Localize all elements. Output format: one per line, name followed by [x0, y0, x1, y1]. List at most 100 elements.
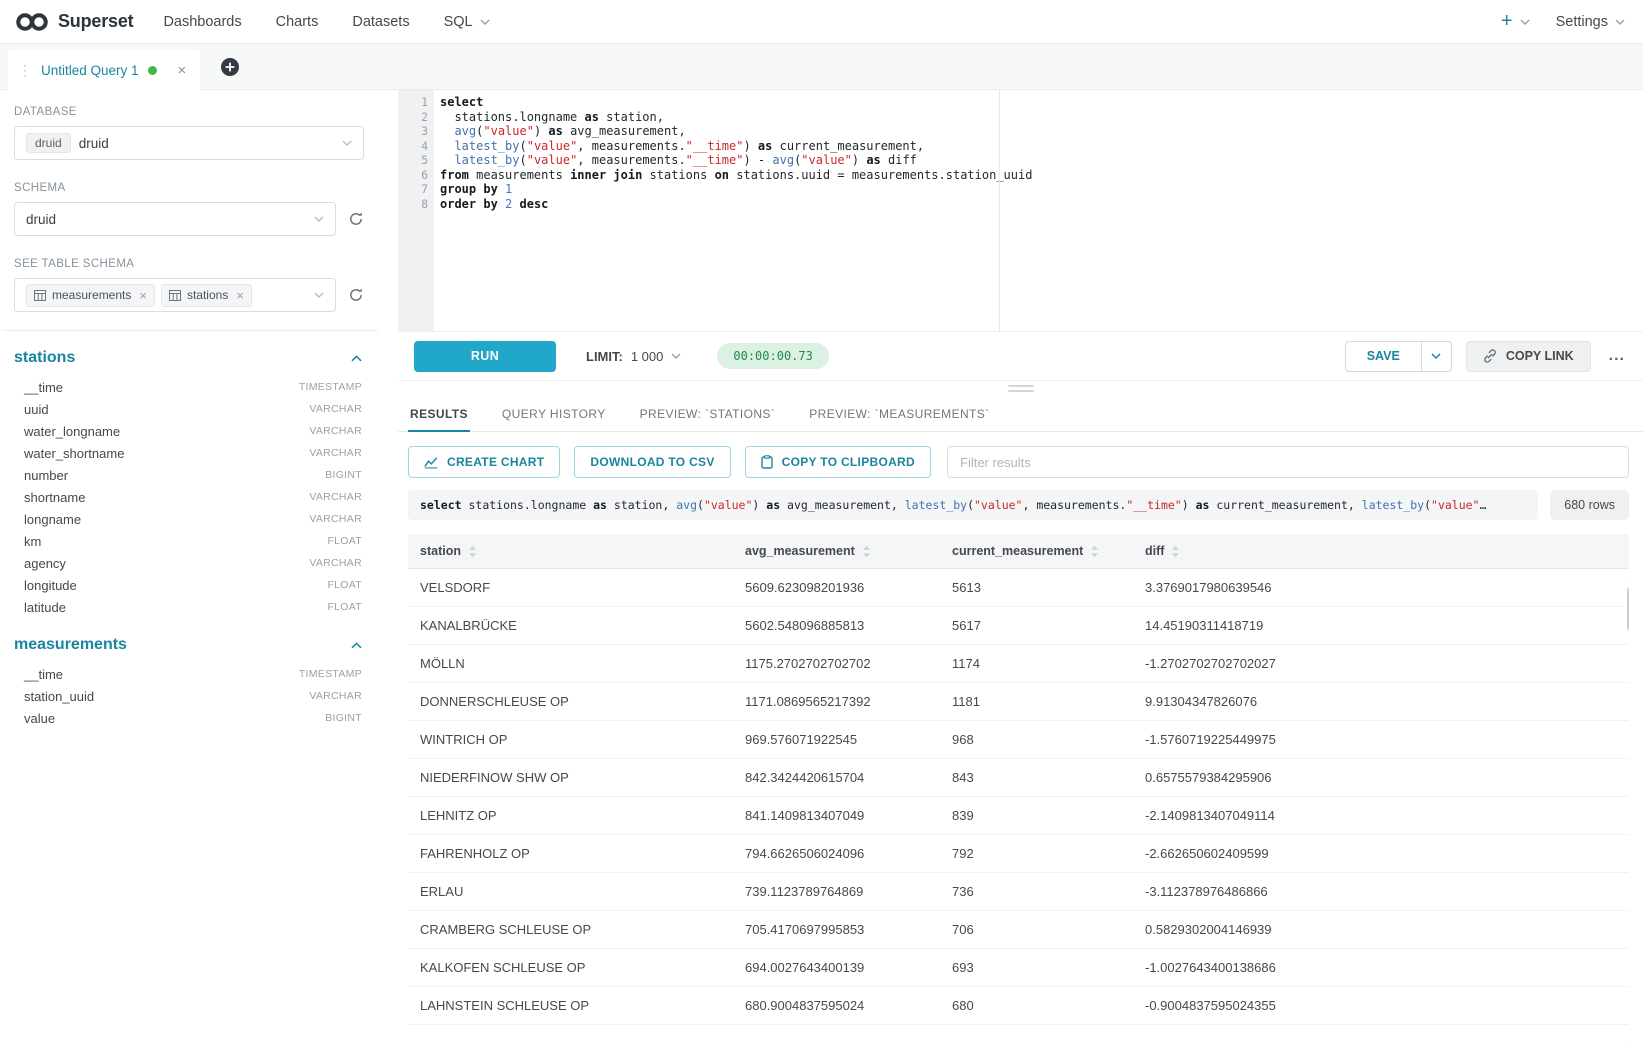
cell-current-measurement: 968	[940, 721, 1133, 759]
save-button[interactable]: SAVE	[1346, 342, 1421, 371]
sql-token: as	[766, 498, 780, 512]
table-row: FAHRENHOLZ OP794.6626506024096792-2.6626…	[408, 835, 1629, 873]
cell-diff: -2.1409813407049114	[1133, 797, 1629, 835]
table-chip-measurements[interactable]: measurements×	[26, 284, 155, 307]
add-tab-button[interactable]	[220, 57, 240, 77]
sql-token: "value"	[704, 498, 752, 512]
save-options-button[interactable]	[1421, 342, 1451, 371]
column-header-current-measurement[interactable]: current_measurement	[940, 534, 1133, 569]
column-header-station[interactable]: station	[408, 534, 733, 569]
nav-item-sql[interactable]: SQL	[444, 14, 490, 30]
copy-link-button[interactable]: COPY LINK	[1466, 341, 1591, 372]
table-section-header-stations[interactable]: stations	[14, 349, 362, 367]
copy-link-label: COPY LINK	[1506, 349, 1574, 363]
code-line: from measurements inner join stations on…	[440, 168, 1643, 183]
results-tab-label: PREVIEW: `STATIONS`	[640, 407, 776, 421]
scrollbar-thumb[interactable]	[1627, 587, 1629, 631]
column-type: VARCHAR	[309, 690, 362, 702]
sql-token: diff	[881, 153, 917, 167]
download-csv-button[interactable]: DOWNLOAD TO CSV	[574, 446, 730, 478]
editor-code-area[interactable]: select stations.longname as station, avg…	[434, 90, 1643, 331]
column-type: VARCHAR	[309, 403, 362, 415]
cell-avg-measurement: 1171.0869565217392	[733, 683, 940, 721]
query-tab[interactable]: ⋮ Untitled Query 1 ×	[8, 50, 200, 90]
settings-menu[interactable]: Settings	[1556, 14, 1625, 30]
download-csv-label: DOWNLOAD TO CSV	[590, 455, 714, 469]
sql-token: latest_by	[905, 498, 967, 512]
filter-results-input[interactable]	[947, 446, 1629, 478]
results-tab-preview-measurements[interactable]: PREVIEW: `MEASUREMENTS`	[807, 396, 991, 431]
table-section-header-measurements[interactable]: measurements	[14, 636, 362, 654]
table-select[interactable]: measurements× stations×	[14, 278, 336, 312]
copy-clipboard-button[interactable]: COPY TO CLIPBOARD	[745, 446, 931, 478]
schema-column-row: valueBIGINT	[14, 707, 364, 729]
column-name: __time	[24, 667, 63, 682]
column-type: VARCHAR	[309, 491, 362, 503]
sql-token: , measurements.	[577, 153, 685, 167]
chart-icon	[424, 456, 438, 469]
schema-select[interactable]: druid	[14, 202, 336, 236]
superset-sql-lab: Superset Dashboards Charts Datasets SQL + S…	[0, 0, 1643, 1050]
table-chips: measurements× stations×	[26, 284, 258, 307]
scroll-down-icon[interactable]: ▼	[1625, 1038, 1629, 1048]
cell-avg-measurement: 969.576071922545	[733, 721, 940, 759]
cell-avg-measurement: 794.6626506024096	[733, 835, 940, 873]
chevron-up-icon[interactable]	[351, 355, 362, 362]
table-icon	[34, 290, 46, 301]
sql-token: latest_by	[454, 139, 519, 153]
nav-item-charts[interactable]: Charts	[276, 14, 319, 30]
cell-current-measurement: 839	[940, 797, 1133, 835]
table-chip-stations[interactable]: stations×	[161, 284, 252, 307]
results-scrollbar[interactable]: ▲ ▼	[1625, 574, 1629, 1048]
table-row: KANALBRÜCKE5602.548096885813561714.45190…	[408, 607, 1629, 645]
sql-lab-sidebar: DATABASE druid druid SCHEMA druid SEE TA…	[0, 90, 380, 1050]
superset-home-link[interactable]: Superset	[14, 11, 133, 33]
database-type-badge: druid	[26, 133, 71, 153]
nav-item-datasets[interactable]: Datasets	[352, 14, 409, 30]
run-query-button[interactable]: RUN	[414, 341, 556, 372]
chip-remove-icon[interactable]: ×	[236, 288, 244, 303]
sql-lab-body: DATABASE druid druid SCHEMA druid SEE TA…	[0, 90, 1643, 1050]
column-name: value	[24, 711, 55, 726]
cell-current-measurement: 706	[940, 911, 1133, 949]
save-button-group: SAVE	[1345, 341, 1452, 372]
pane-resize-handle[interactable]	[398, 380, 1643, 396]
column-header-avg-measurement[interactable]: avg_measurement	[733, 534, 940, 569]
column-name: uuid	[24, 402, 49, 417]
scroll-up-icon[interactable]: ▲	[1625, 574, 1629, 584]
new-item-button[interactable]: +	[1501, 10, 1530, 33]
nav-item-dashboards[interactable]: Dashboards	[163, 14, 241, 30]
cell-station: CRAMBERG SCHLEUSE OP	[408, 911, 733, 949]
sql-editor[interactable]: 12345678 select stations.longname as sta…	[398, 90, 1643, 332]
executed-query-preview[interactable]: select stations.longname as station, avg…	[408, 490, 1538, 520]
schema-label: SCHEMA	[14, 182, 364, 194]
create-chart-button[interactable]: CREATE CHART	[408, 446, 560, 478]
editor-toolbar: RUN LIMIT: 1 000 00:00:00.73 SAVE	[398, 332, 1643, 380]
results-tab-preview-stations[interactable]: PREVIEW: `STATIONS`	[638, 396, 778, 431]
cell-station: LAHNSTEIN SCHLEUSE OP	[408, 987, 733, 1025]
refresh-tables-button[interactable]	[348, 287, 364, 303]
column-header-diff[interactable]: diff	[1133, 534, 1629, 569]
sql-token: avg	[454, 124, 476, 138]
column-type: VARCHAR	[309, 513, 362, 525]
schema-column-row: latitudeFLOAT	[14, 596, 364, 618]
drag-handle-icon[interactable]: ⋮	[18, 62, 32, 79]
schema-column-row: uuid VARCHAR	[14, 398, 364, 420]
database-select[interactable]: druid druid	[14, 126, 364, 160]
limit-dropdown[interactable]: LIMIT: 1 000	[586, 349, 681, 364]
schema-column-row: agencyVARCHAR	[14, 552, 364, 574]
results-tab-query-history[interactable]: QUERY HISTORY	[500, 396, 608, 431]
chevron-up-icon[interactable]	[351, 642, 362, 649]
cell-current-measurement: 1174	[940, 645, 1133, 683]
chip-remove-icon[interactable]: ×	[139, 288, 147, 303]
close-tab-icon[interactable]: ×	[178, 62, 187, 79]
more-options-button[interactable]: ...	[1605, 347, 1629, 365]
sort-icon	[1171, 545, 1180, 558]
refresh-schemas-button[interactable]	[348, 211, 364, 227]
results-tab-results[interactable]: RESULTS	[408, 396, 470, 431]
clipboard-icon	[761, 455, 773, 469]
table-row: LEHNITZ OP841.1409813407049839-2.1409813…	[408, 797, 1629, 835]
cell-diff: -1.5760719225449975	[1133, 721, 1629, 759]
sql-token: avg_measurement,	[563, 124, 686, 138]
link-icon	[1483, 349, 1497, 363]
